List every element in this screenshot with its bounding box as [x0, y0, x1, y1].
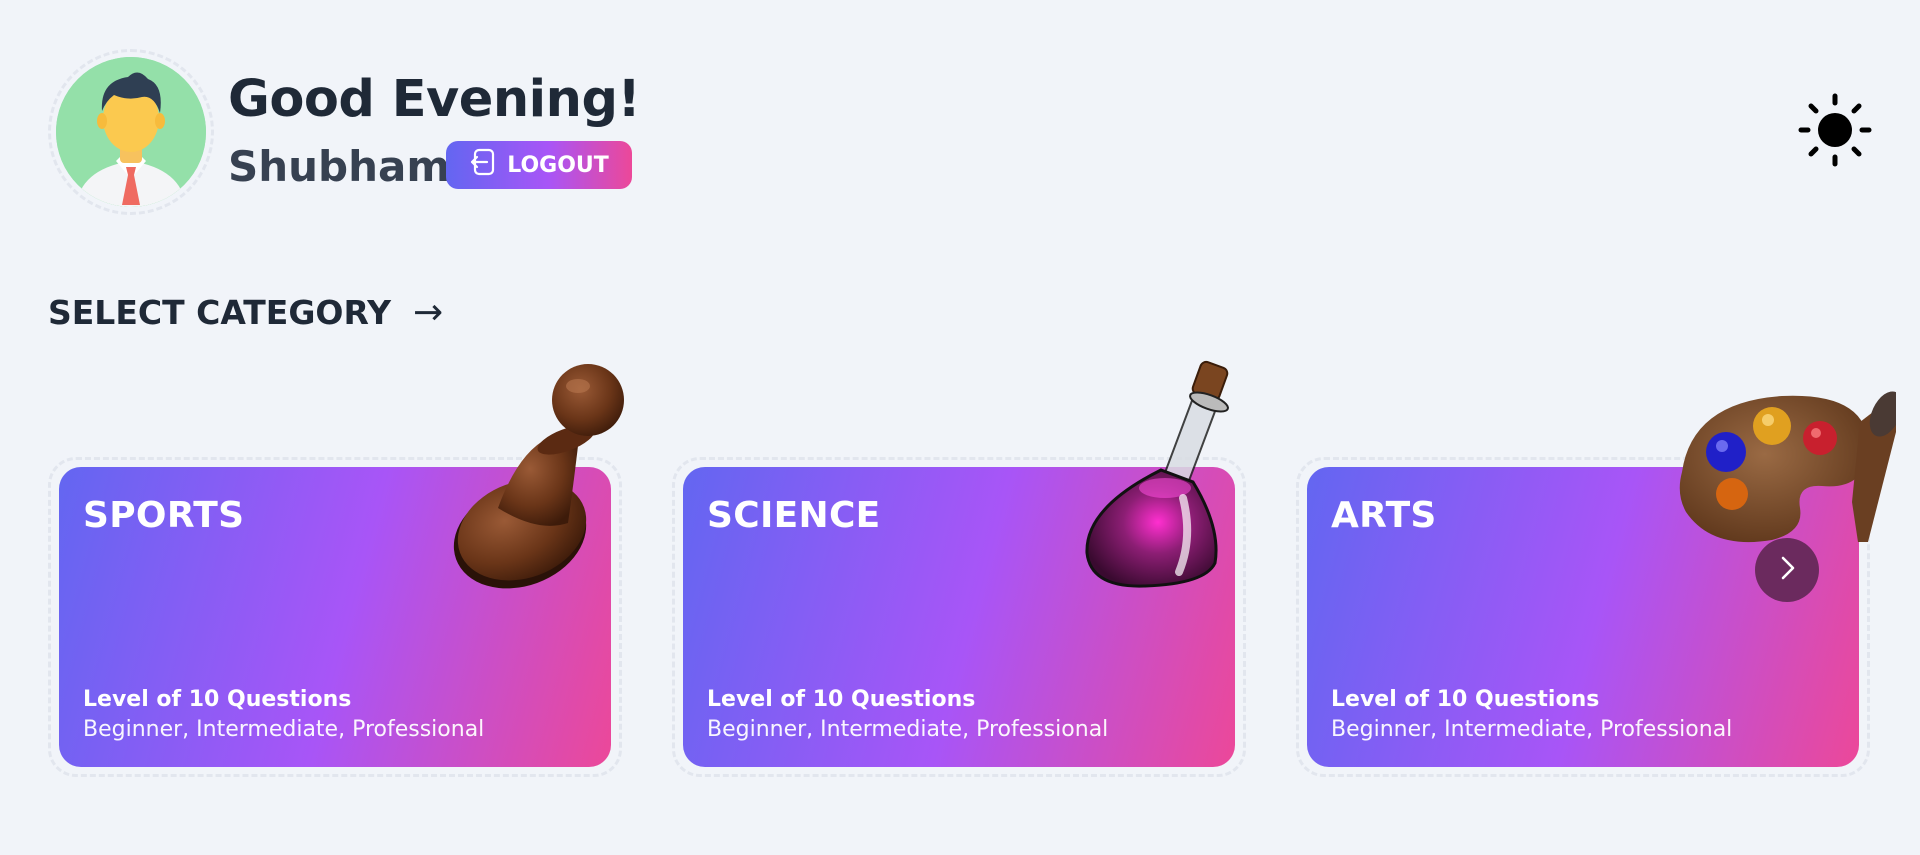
logout-icon: [469, 147, 499, 183]
card-levels: Beginner, Intermediate, Professional: [707, 717, 1108, 742]
select-category-heading: SELECT CATEGORY →: [48, 292, 443, 333]
chevron-right-icon: [1773, 554, 1801, 586]
card-levels: Beginner, Intermediate, Professional: [1331, 717, 1732, 742]
sun-icon: [1798, 93, 1872, 171]
logout-label: LOGOUT: [507, 153, 609, 178]
avatar: [48, 49, 214, 215]
card-question-count: Level of 10 Questions: [1331, 687, 1599, 712]
next-button[interactable]: [1755, 538, 1819, 602]
logout-button[interactable]: LOGOUT: [446, 141, 632, 189]
card-title: SPORTS: [83, 495, 244, 536]
theme-toggle-button[interactable]: [1798, 95, 1872, 169]
username: Shubham: [228, 142, 450, 191]
card-title: ARTS: [1331, 495, 1437, 536]
flask-icon: [1075, 358, 1245, 597]
card-question-count: Level of 10 Questions: [707, 687, 975, 712]
card-question-count: Level of 10 Questions: [83, 687, 351, 712]
arrow-right-icon: →: [413, 292, 443, 333]
user-avatar-icon: [56, 57, 206, 207]
section-title-label: SELECT CATEGORY: [48, 293, 391, 332]
greeting-title: Good Evening!: [228, 70, 640, 129]
card-title: SCIENCE: [707, 495, 881, 536]
card-levels: Beginner, Intermediate, Professional: [83, 717, 484, 742]
chess-pawn-icon: [438, 358, 633, 597]
